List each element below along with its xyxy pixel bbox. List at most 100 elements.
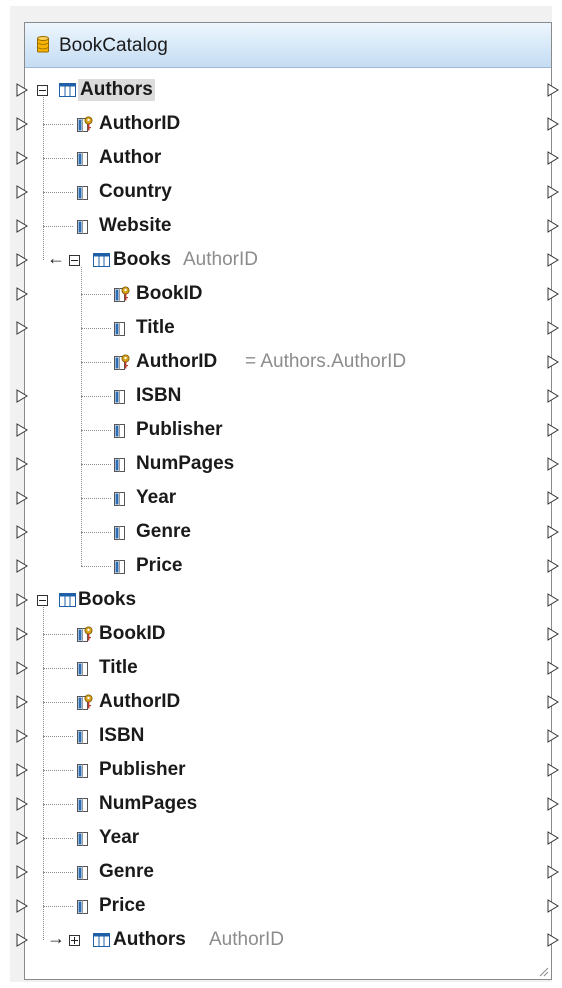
right-connector-icon[interactable] bbox=[547, 661, 559, 675]
tree-node-books[interactable]: Books bbox=[16, 583, 559, 617]
column-icon bbox=[77, 730, 88, 744]
column-icon bbox=[77, 832, 88, 846]
column-icon bbox=[77, 900, 88, 914]
left-connector-icon[interactable] bbox=[16, 559, 28, 573]
tree-node-column[interactable]: Publisher bbox=[16, 413, 559, 447]
left-connector-icon[interactable] bbox=[16, 457, 28, 471]
right-connector-icon[interactable] bbox=[547, 627, 559, 641]
right-connector-icon[interactable] bbox=[547, 695, 559, 709]
right-connector-icon[interactable] bbox=[547, 185, 559, 199]
column-icon bbox=[77, 798, 88, 812]
right-connector-icon[interactable] bbox=[547, 389, 559, 403]
tree-node-column[interactable]: AuthorID bbox=[16, 685, 559, 719]
right-connector-icon[interactable] bbox=[547, 83, 559, 97]
tree-node-column[interactable]: Year bbox=[16, 481, 559, 515]
right-connector-icon[interactable] bbox=[547, 457, 559, 471]
tree-node-column[interactable]: Year bbox=[16, 821, 559, 855]
left-connector-icon[interactable] bbox=[16, 287, 28, 301]
left-connector-icon[interactable] bbox=[16, 695, 28, 709]
right-connector-icon[interactable] bbox=[547, 117, 559, 131]
left-connector-icon[interactable] bbox=[16, 593, 28, 607]
right-connector-icon[interactable] bbox=[547, 321, 559, 335]
right-connector-icon[interactable] bbox=[547, 559, 559, 573]
tree-node-child-authors[interactable]: → Authors AuthorID bbox=[16, 923, 559, 957]
tree-node-column[interactable]: Price bbox=[16, 889, 559, 923]
column-icon bbox=[77, 764, 88, 778]
left-connector-icon[interactable] bbox=[16, 763, 28, 777]
left-connector-icon[interactable] bbox=[16, 321, 28, 335]
node-label: Author bbox=[99, 147, 162, 168]
left-connector-icon[interactable] bbox=[16, 117, 28, 131]
right-connector-icon[interactable] bbox=[547, 831, 559, 845]
right-connector-icon[interactable] bbox=[547, 525, 559, 539]
tree-node-column[interactable]: NumPages bbox=[16, 447, 559, 481]
tree-node-child-books[interactable]: ← Books AuthorID bbox=[16, 243, 559, 277]
right-connector-icon[interactable] bbox=[547, 763, 559, 777]
left-connector-icon[interactable] bbox=[16, 661, 28, 675]
right-connector-icon[interactable] bbox=[547, 729, 559, 743]
right-connector-icon[interactable] bbox=[547, 219, 559, 233]
left-connector-icon[interactable] bbox=[16, 389, 28, 403]
right-connector-icon[interactable] bbox=[547, 491, 559, 505]
expand-icon[interactable] bbox=[69, 935, 80, 946]
tree-connector-line bbox=[81, 362, 111, 363]
left-connector-icon[interactable] bbox=[16, 151, 28, 165]
right-connector-icon[interactable] bbox=[547, 797, 559, 811]
collapse-icon[interactable] bbox=[37, 85, 48, 96]
tree-node-column[interactable]: BookID bbox=[16, 277, 559, 311]
tree-node-column[interactable]: BookID bbox=[16, 617, 559, 651]
node-label: Books bbox=[78, 589, 137, 610]
node-label: AuthorID bbox=[136, 351, 218, 372]
node-label: Authors bbox=[78, 79, 155, 101]
left-connector-icon[interactable] bbox=[16, 185, 28, 199]
right-connector-icon[interactable] bbox=[547, 865, 559, 879]
right-connector-icon[interactable] bbox=[547, 355, 559, 369]
left-connector-icon[interactable] bbox=[16, 525, 28, 539]
left-connector-icon[interactable] bbox=[16, 729, 28, 743]
primary-key-column-icon bbox=[114, 354, 130, 370]
tree-node-column[interactable]: AuthorID bbox=[16, 107, 559, 141]
tree-connector-line bbox=[81, 566, 111, 567]
tree-node-authors[interactable]: Authors bbox=[16, 73, 559, 107]
tree-node-column[interactable]: Genre bbox=[16, 855, 559, 889]
left-connector-icon[interactable] bbox=[16, 219, 28, 233]
left-connector-icon[interactable] bbox=[16, 423, 28, 437]
right-connector-icon[interactable] bbox=[547, 899, 559, 913]
tree-node-column[interactable]: Title bbox=[16, 651, 559, 685]
tree-node-column[interactable]: Author bbox=[16, 141, 559, 175]
left-connector-icon[interactable] bbox=[16, 933, 28, 947]
left-connector-icon[interactable] bbox=[16, 627, 28, 641]
left-connector-icon[interactable] bbox=[16, 797, 28, 811]
right-connector-icon[interactable] bbox=[547, 933, 559, 947]
tree-node-column[interactable]: ISBN bbox=[16, 379, 559, 413]
left-connector-icon[interactable] bbox=[16, 83, 28, 97]
collapse-icon[interactable] bbox=[37, 595, 48, 606]
right-connector-icon[interactable] bbox=[547, 423, 559, 437]
tree-node-column[interactable]: Genre bbox=[16, 515, 559, 549]
left-connector-icon[interactable] bbox=[16, 831, 28, 845]
right-connector-icon[interactable] bbox=[547, 253, 559, 267]
node-label: Country bbox=[99, 181, 172, 202]
right-connector-icon[interactable] bbox=[547, 287, 559, 301]
tree-node-column[interactable]: NumPages bbox=[16, 787, 559, 821]
node-label: Authors bbox=[113, 929, 186, 950]
tree-node-column[interactable]: AuthorID = Authors.AuthorID bbox=[25, 345, 559, 379]
node-label: AuthorID bbox=[99, 113, 181, 134]
tree-node-column[interactable]: Country bbox=[16, 175, 559, 209]
left-connector-icon[interactable] bbox=[16, 865, 28, 879]
tree-node-column[interactable]: ISBN bbox=[16, 719, 559, 753]
tree-node-column[interactable]: Publisher bbox=[16, 753, 559, 787]
tree-node-column[interactable]: Website bbox=[16, 209, 559, 243]
left-connector-icon[interactable] bbox=[16, 491, 28, 505]
node-label: Publisher bbox=[136, 419, 223, 440]
right-connector-icon[interactable] bbox=[547, 593, 559, 607]
primary-key-column-icon bbox=[114, 286, 130, 302]
right-connector-icon[interactable] bbox=[547, 151, 559, 165]
tree-connector-line bbox=[81, 532, 111, 533]
left-connector-icon[interactable] bbox=[16, 899, 28, 913]
collapse-icon[interactable] bbox=[69, 255, 80, 266]
tree-node-column[interactable]: Price bbox=[16, 549, 559, 583]
tree-node-column[interactable]: Title bbox=[16, 311, 559, 345]
left-connector-icon[interactable] bbox=[16, 253, 28, 267]
resize-grip-icon[interactable] bbox=[539, 967, 549, 977]
